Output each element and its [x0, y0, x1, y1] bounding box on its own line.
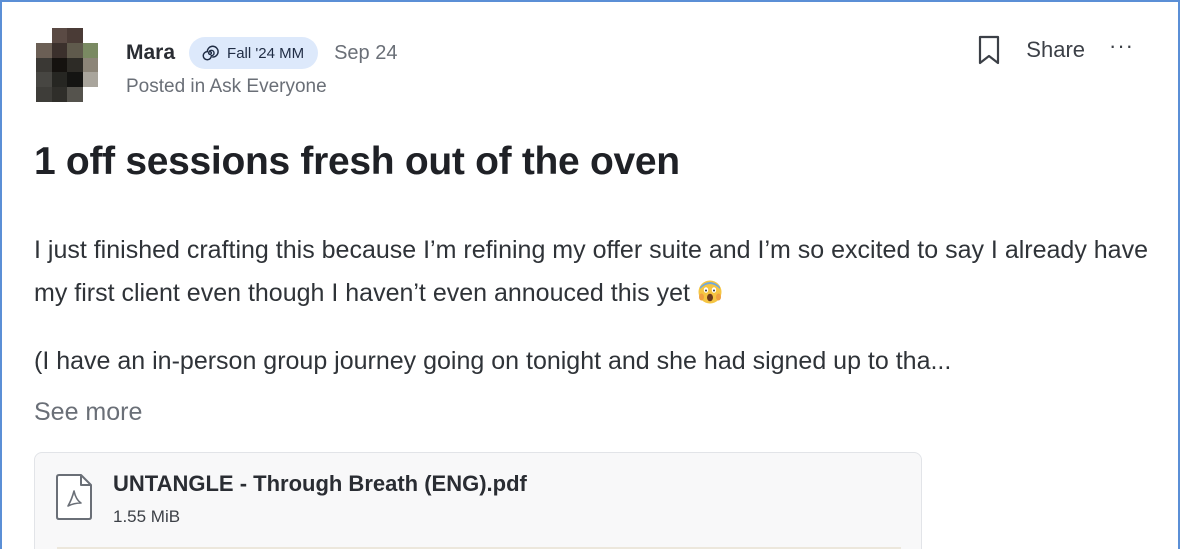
avatar[interactable] — [36, 28, 98, 102]
attachment-preview[interactable] — [57, 547, 901, 549]
post-title: 1 off sessions fresh out of the oven — [34, 140, 680, 183]
post-meta: Mara Fall '24 MM Sep 24 — [126, 36, 397, 70]
attachment-file-name[interactable]: UNTANGLE - Through Breath (ENG).pdf — [113, 471, 527, 497]
see-more-link[interactable]: See more — [34, 398, 142, 427]
spiral-icon — [202, 45, 219, 61]
bookmark-icon[interactable] — [978, 35, 1000, 65]
post-date: Sep 24 — [334, 41, 398, 64]
posted-in-label[interactable]: Posted in Ask Everyone — [126, 76, 327, 98]
attachment-file-size: 1.55 MiB — [113, 507, 181, 526]
post-card: Mara Fall '24 MM Sep 24 Posted in Ask Ev… — [0, 0, 1180, 549]
post-body-continued: (I have an in-person group journey going… — [34, 347, 952, 375]
author-name[interactable]: Mara — [126, 41, 175, 65]
file-attachment[interactable]: UNTANGLE - Through Breath (ENG).pdf 1.55… — [34, 452, 922, 549]
badge-label: Fall '24 MM — [227, 44, 305, 62]
post-body: I just finished crafting this because I’… — [34, 229, 1159, 315]
more-options-button[interactable]: ··· — [1109, 35, 1134, 59]
cohort-badge[interactable]: Fall '24 MM — [189, 37, 319, 69]
pdf-file-icon — [56, 474, 92, 520]
post-actions: Share ··· — [978, 32, 1134, 68]
post-body-text: I just finished crafting this because I’… — [34, 236, 1148, 307]
screaming-face-emoji-icon — [698, 280, 722, 304]
share-button[interactable]: Share — [1026, 37, 1085, 63]
